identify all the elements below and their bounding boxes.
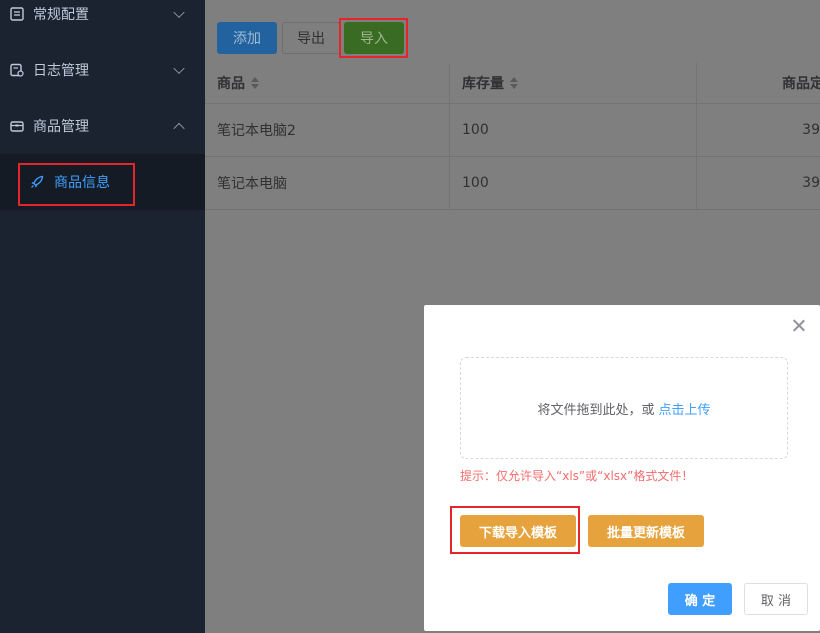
log-icon [10,63,24,77]
sidebar-item-label: 日志管理 [33,63,89,79]
column-header-price[interactable]: 商品定 [697,63,820,103]
sidebar: 常规配置 日志管理 商品管理 商品信息 [0,0,205,633]
cell-price: 39 [802,122,820,138]
cell-stock: 100 [450,157,697,209]
cell-product-name: 笔记本电脑 [205,157,450,209]
column-header-stock[interactable]: 库存量 [450,63,697,103]
column-header-product[interactable]: 商品 [205,63,450,103]
chevron-up-icon [173,122,185,135]
table-header: 商品 库存量 商品定 [205,63,820,104]
batch-update-template-button[interactable]: 批量更新模板 [588,515,704,547]
sidebar-item-general-config[interactable]: 常规配置 [0,0,205,42]
sidebar-item-label: 常规配置 [33,7,89,23]
sidebar-item-product-management[interactable]: 商品管理 [0,98,205,154]
sidebar-submenu: 商品信息 [0,154,205,210]
import-button[interactable]: 导入 [344,22,404,54]
sort-icon[interactable] [510,77,518,89]
table-row[interactable]: 笔记本电脑 100 39 [205,157,820,210]
upload-dropzone[interactable]: 将文件拖到此处，或 点击上传 [460,357,788,459]
sidebar-item-product-info[interactable]: 商品信息 [0,154,205,210]
file-format-tip: 提示：仅允许导入“xls”或“xlsx”格式文件！ [460,469,694,483]
close-icon[interactable] [792,319,806,333]
add-button[interactable]: 添加 [217,22,277,54]
box-icon [10,121,24,132]
export-button[interactable]: 导出 [282,22,340,54]
chevron-down-icon [173,62,185,75]
confirm-button[interactable]: 确 定 [668,583,732,615]
import-dialog: 将文件拖到此处，或 点击上传 提示：仅允许导入“xls”或“xlsx”格式文件！… [424,305,820,631]
upload-link[interactable]: 点击上传 [659,399,711,418]
download-template-button[interactable]: 下载导入模板 [460,515,576,547]
sort-icon[interactable] [251,77,259,89]
rocket-icon [31,175,44,188]
cell-price: 39 [802,175,820,191]
cancel-button[interactable]: 取 消 [744,583,808,615]
list-icon [10,7,24,21]
sidebar-item-log-management[interactable]: 日志管理 [0,42,205,98]
table-row[interactable]: 笔记本电脑2 100 39 [205,104,820,157]
sidebar-item-label: 商品信息 [54,175,110,191]
sidebar-item-label: 商品管理 [33,119,89,135]
cell-stock: 100 [450,104,697,156]
cell-product-name: 笔记本电脑2 [205,104,450,156]
upload-hint-text: 将文件拖到此处，或 [537,402,655,418]
chevron-down-icon [173,6,185,19]
